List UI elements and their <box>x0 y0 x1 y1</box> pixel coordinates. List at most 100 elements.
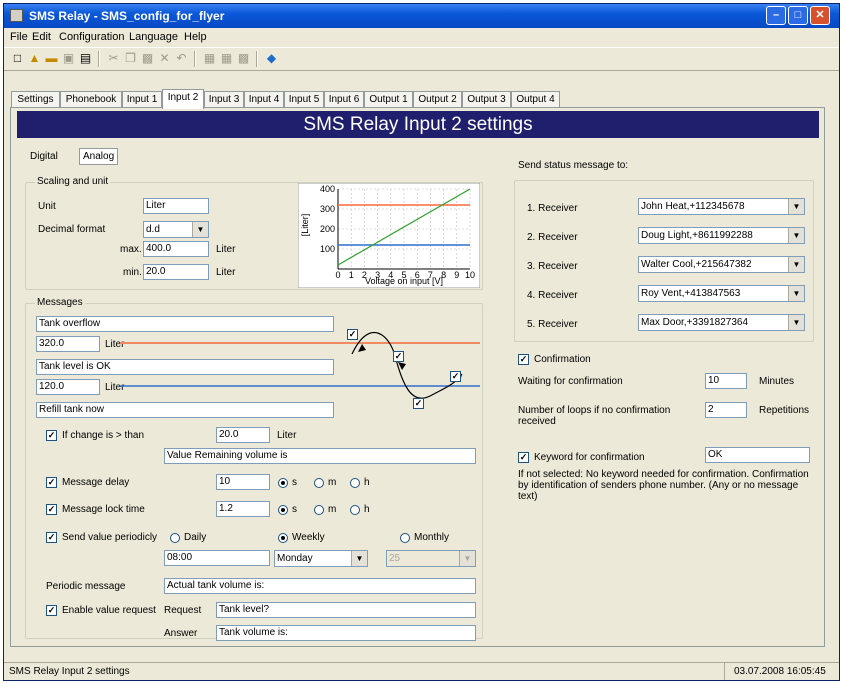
change-field[interactable]: 20.0 <box>216 427 270 443</box>
message-lock-checkbox[interactable]: ✓ <box>46 504 57 515</box>
message-lock-field[interactable]: 1.2 <box>216 501 270 517</box>
chevron-down-icon[interactable]: ▼ <box>351 551 367 566</box>
table-icon[interactable]: ▩ <box>236 51 251 66</box>
tab-output-2[interactable]: Output 2 <box>413 91 462 107</box>
copy-icon[interactable]: ❐ <box>123 51 138 66</box>
chevron-down-icon[interactable]: ▼ <box>788 228 804 243</box>
paste-icon[interactable]: ▩ <box>140 51 155 66</box>
open-icon[interactable]: ▲ <box>27 51 42 66</box>
delete-icon[interactable]: ✕ <box>157 51 172 66</box>
new-icon[interactable]: □ <box>10 51 25 66</box>
lock-unit-s: s <box>292 504 297 515</box>
periodic-message-label: Periodic message <box>46 581 126 592</box>
title-bar[interactable]: SMS Relay - SMS_config_for_flyer – □ ✕ <box>4 4 839 28</box>
receiver-2-select[interactable]: Doug Light,+8611992288 ▼ <box>638 227 805 244</box>
periodic-radio-daily[interactable] <box>170 533 180 543</box>
delay-radio-s[interactable] <box>278 478 288 488</box>
chevron-down-icon[interactable]: ▼ <box>788 257 804 272</box>
toolbar-separator <box>98 51 100 67</box>
tab-input-6[interactable]: Input 6 <box>324 91 364 107</box>
request-field[interactable]: Tank level? <box>216 602 476 618</box>
minimize-button[interactable]: – <box>766 6 786 25</box>
delay-radio-m[interactable] <box>314 478 324 488</box>
close-button[interactable]: ✕ <box>810 6 830 25</box>
help-book-icon[interactable]: ◆ <box>264 51 279 66</box>
tab-output-3[interactable]: Output 3 <box>462 91 511 107</box>
unit-label: Unit <box>38 201 56 212</box>
grid1-icon[interactable]: ▦ <box>202 51 217 66</box>
value-request-checkbox[interactable]: ✓ <box>46 605 57 616</box>
open-folder-icon[interactable]: ▬ <box>44 51 59 66</box>
confirmation-checkbox[interactable]: ✓ <box>518 354 529 365</box>
menu-help[interactable]: Help <box>184 31 207 43</box>
periodic-day-select[interactable]: Monday ▼ <box>274 550 368 567</box>
chevron-down-icon[interactable]: ▼ <box>192 222 208 237</box>
tab-output-1[interactable]: Output 1 <box>364 91 413 107</box>
receiver-3-select[interactable]: Walter Cool,+215647382 ▼ <box>638 256 805 273</box>
periodic-checkbox[interactable]: ✓ <box>46 532 57 543</box>
receiver-1-select[interactable]: John Heat,+112345678 ▼ <box>638 198 805 215</box>
level-2-field[interactable]: 120.0 <box>36 379 100 395</box>
message-4-checkbox[interactable]: ✓ <box>413 398 424 409</box>
loops-field[interactable]: 2 <box>705 402 747 418</box>
print-icon[interactable]: ▤ <box>78 51 93 66</box>
lock-radio-s[interactable] <box>278 505 288 515</box>
message-3-checkbox[interactable]: ✓ <box>450 371 461 382</box>
tab-settings[interactable]: Settings <box>11 91 60 107</box>
message-delay-checkbox[interactable]: ✓ <box>46 477 57 488</box>
tab-input-3[interactable]: Input 3 <box>204 91 244 107</box>
subtab-analog[interactable]: Analog <box>79 148 119 165</box>
value-request-label: Enable value request <box>62 605 156 616</box>
menu-file[interactable]: File <box>10 31 28 43</box>
answer-field[interactable]: Tank volume is: <box>216 625 476 641</box>
maximize-button[interactable]: □ <box>788 6 808 25</box>
keyword-checkbox[interactable]: ✓ <box>518 452 529 463</box>
tab-input-2[interactable]: Input 2 <box>162 89 204 109</box>
undo-icon[interactable]: ↶ <box>174 51 189 66</box>
receiver-4-select[interactable]: Roy Vent,+413847563 ▼ <box>638 285 805 302</box>
message-1-checkbox[interactable]: ✓ <box>347 329 358 340</box>
decimal-format-select[interactable]: d.d ▼ <box>143 221 209 238</box>
tab-input-4[interactable]: Input 4 <box>244 91 284 107</box>
keyword-field[interactable]: OK <box>705 447 810 463</box>
threshold-diagram <box>120 331 480 399</box>
periodic-date-select: 25 ▼ <box>386 550 476 567</box>
lock-unit-m: m <box>328 504 337 515</box>
min-field[interactable]: 20.0 <box>143 264 209 280</box>
periodic-daily-label: Daily <box>184 532 207 543</box>
waiting-unit: Minutes <box>759 376 795 387</box>
unit-field[interactable]: Liter <box>143 198 209 214</box>
message-2-checkbox[interactable]: ✓ <box>393 351 404 362</box>
receiver-5-select[interactable]: Max Door,+3391827364 ▼ <box>638 314 805 331</box>
subtab-digital[interactable]: Digital <box>30 151 58 162</box>
tab-output-4[interactable]: Output 4 <box>511 91 560 107</box>
menu-language[interactable]: Language <box>129 31 178 43</box>
chevron-down-icon[interactable]: ▼ <box>788 199 804 214</box>
change-text-field[interactable]: Value Remaining volume is <box>164 448 476 464</box>
save-icon[interactable]: ▣ <box>61 51 76 66</box>
level-1-field[interactable]: 320.0 <box>36 336 100 352</box>
max-field[interactable]: 400.0 <box>143 241 209 257</box>
min-unit: Liter <box>216 267 236 278</box>
tab-input-5[interactable]: Input 5 <box>284 91 324 107</box>
loops-label: Number of loops if no confirmation recei… <box>518 405 671 427</box>
tab-phonebook[interactable]: Phonebook <box>60 91 122 107</box>
periodic-message-field[interactable]: Actual tank volume is: <box>164 578 476 594</box>
menu-configuration[interactable]: Configuration <box>59 31 124 43</box>
lock-radio-m[interactable] <box>314 505 324 515</box>
waiting-field[interactable]: 10 <box>705 373 747 389</box>
periodic-radio-monthly[interactable] <box>400 533 410 543</box>
loops-unit: Repetitions <box>759 405 810 416</box>
chevron-down-icon[interactable]: ▼ <box>788 286 804 301</box>
message-delay-field[interactable]: 10 <box>216 474 270 490</box>
cut-icon[interactable]: ✂ <box>106 51 121 66</box>
tab-input-1[interactable]: Input 1 <box>122 91 162 107</box>
periodic-time-field[interactable]: 08:00 <box>164 550 270 566</box>
chevron-down-icon[interactable]: ▼ <box>788 315 804 330</box>
lock-radio-h[interactable] <box>350 505 360 515</box>
change-checkbox[interactable]: ✓ <box>46 430 57 441</box>
periodic-radio-weekly[interactable] <box>278 533 288 543</box>
grid2-icon[interactable]: ▦ <box>219 51 234 66</box>
delay-radio-h[interactable] <box>350 478 360 488</box>
menu-edit[interactable]: Edit <box>32 31 51 43</box>
